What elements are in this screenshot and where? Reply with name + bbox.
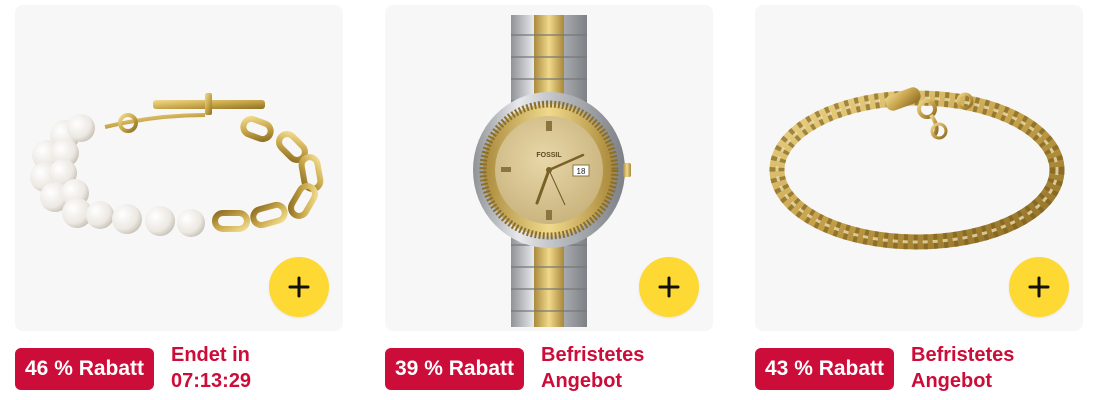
deal-label: Endet in [171, 344, 250, 366]
watch-date: 18 [577, 167, 586, 176]
deal-info: 46 % Rabatt Endet in 07:13:29 [15, 342, 343, 400]
product-image-box[interactable] [755, 5, 1083, 331]
deal-label-box: Befristetes Angebot [911, 342, 1014, 394]
deal-label: Befristetes [911, 344, 1015, 366]
deal-label-box: Befristetes Angebot [541, 342, 644, 394]
add-to-cart-button[interactable] [269, 257, 329, 317]
discount-badge: 43 % Rabatt [755, 348, 895, 390]
discount-badge: 46 % Rabatt [15, 348, 155, 390]
product-card[interactable]: FOSSIL 18 39 % Rabatt Befristetes Angebo… [385, 5, 713, 392]
deal-timer: 07:13:29 [171, 370, 252, 392]
product-card[interactable]: 43 % Rabatt Befristetes Angebot [755, 5, 1083, 392]
add-to-cart-button[interactable] [639, 257, 699, 317]
deal-info: 39 % Rabatt Befristetes Angebot [385, 342, 713, 400]
watch-brand: FOSSIL [536, 152, 562, 159]
plus-icon [658, 276, 680, 298]
deal-info: 43 % Rabatt Befristetes Angebot [755, 342, 1083, 400]
product-image-box[interactable] [15, 5, 343, 331]
plus-icon [288, 276, 310, 298]
product-image-box[interactable]: FOSSIL 18 [385, 5, 713, 331]
deal-label-2: Angebot [911, 370, 993, 392]
plus-icon [1028, 276, 1050, 298]
deal-label-2: Angebot [541, 370, 623, 392]
product-card[interactable]: 46 % Rabatt Endet in 07:13:29 [15, 5, 343, 392]
add-to-cart-button[interactable] [1009, 257, 1069, 317]
product-carousel: 46 % Rabatt Endet in 07:13:29 FOSSIL 18 … [0, 0, 1100, 400]
discount-badge: 39 % Rabatt [385, 348, 525, 390]
deal-countdown: Endet in 07:13:29 [171, 342, 251, 394]
deal-label: Befristetes [541, 344, 645, 366]
